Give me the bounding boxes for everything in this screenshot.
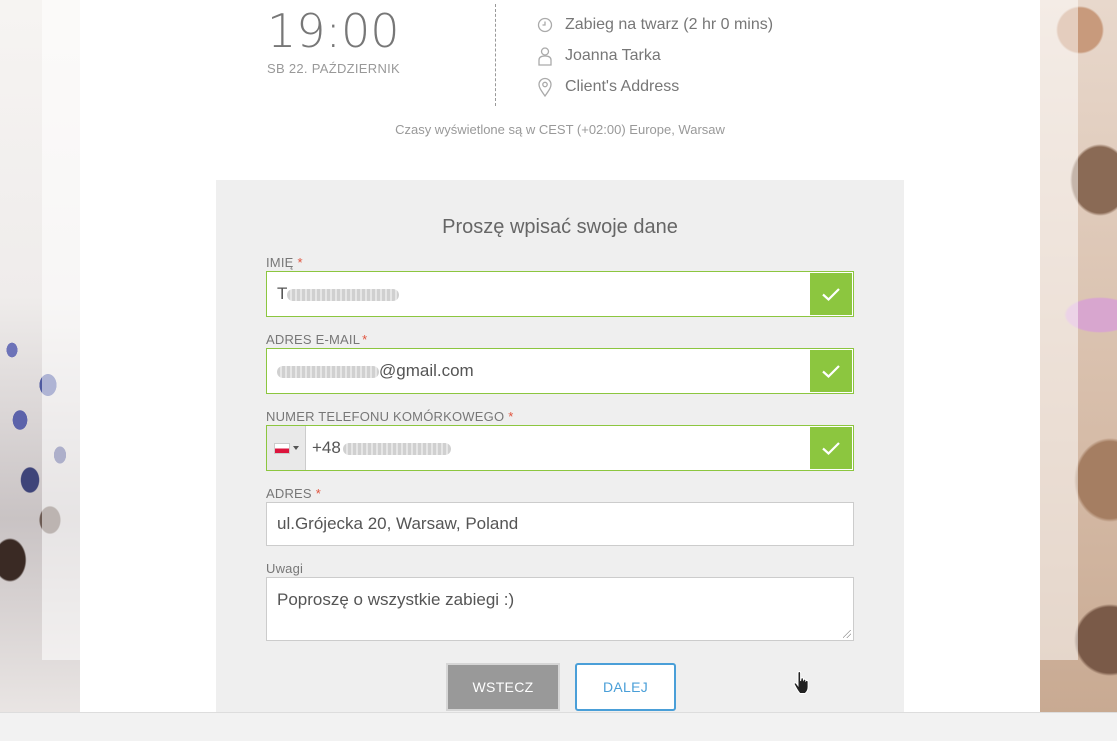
- address-value[interactable]: ul.Grójecka 20, Warsaw, Poland: [267, 514, 853, 534]
- checkmark-icon: [822, 442, 840, 456]
- phone-field[interactable]: +48: [266, 425, 854, 471]
- phone-valid-indicator: [810, 427, 852, 469]
- service-name: Zabieg na twarz (2 hr 0 mins): [565, 16, 774, 33]
- poland-flag-icon: [273, 442, 290, 454]
- notes-label: Uwagi: [266, 561, 304, 576]
- form-title: Proszę wpisać swoje dane: [442, 216, 678, 238]
- notes-value: Poproszę o wszystkie zabiegi :): [277, 590, 515, 609]
- appointment-date: SB 22. PAŹDZIERNIK: [267, 61, 401, 76]
- person-icon: [535, 46, 555, 66]
- notes-textarea[interactable]: Poproszę o wszystkie zabiegi :): [266, 577, 854, 641]
- name-value[interactable]: T: [267, 284, 810, 304]
- phone-label: NUMER TELEFONU KOMÓRKOWEGO *: [266, 409, 514, 424]
- location-row: Client's Address: [535, 76, 679, 98]
- background-overlay-left: [42, 0, 80, 660]
- checkmark-icon: [822, 288, 840, 302]
- location-text: Client's Address: [565, 78, 680, 95]
- background-overlay-right: [1040, 0, 1078, 660]
- name-valid-indicator: [810, 273, 852, 315]
- bottom-bar: [0, 712, 1117, 741]
- address-field[interactable]: ul.Grójecka 20, Warsaw, Poland: [266, 502, 854, 546]
- appointment-time: 19:00: [267, 4, 400, 58]
- name-field[interactable]: T: [266, 271, 854, 317]
- redacted-text: [287, 288, 400, 301]
- checkmark-icon: [822, 365, 840, 379]
- country-selector[interactable]: [267, 426, 306, 470]
- email-label: ADRES E-MAIL *: [266, 332, 368, 347]
- email-field[interactable]: @gmail.com: [266, 348, 854, 394]
- clock-icon: [535, 15, 555, 35]
- required-marker: *: [362, 332, 368, 347]
- next-button[interactable]: DALEJ: [575, 663, 676, 711]
- chevron-down-icon: [292, 446, 299, 450]
- details-form: Proszę wpisać swoje dane IMIĘ * T ADRES E…: [216, 180, 904, 712]
- redacted-text: [277, 365, 379, 378]
- service-row: Zabieg na twarz (2 hr 0 mins): [535, 14, 773, 36]
- email-valid-indicator: [810, 350, 852, 392]
- map-pin-icon: [535, 77, 555, 97]
- address-label: ADRES *: [266, 486, 322, 501]
- email-value[interactable]: @gmail.com: [267, 361, 810, 381]
- back-button[interactable]: WSTECZ: [446, 663, 560, 711]
- required-marker: *: [508, 409, 514, 424]
- booking-container: 19:00 SB 22. PAŹDZIERNIK Zabieg na twarz…: [80, 0, 1040, 712]
- timezone-note: Czasy wyświetlone są w CEST (+02:00) Eur…: [395, 122, 725, 137]
- name-label: IMIĘ *: [266, 255, 303, 270]
- hand-cursor-icon: [793, 671, 809, 694]
- required-marker: *: [315, 486, 322, 501]
- redacted-text: [342, 442, 451, 455]
- required-marker: *: [297, 255, 303, 270]
- staff-name: Joanna Tarka: [565, 47, 661, 64]
- staff-row: Joanna Tarka: [535, 45, 661, 67]
- resize-handle-icon[interactable]: [843, 630, 851, 638]
- summary-divider: [495, 4, 496, 106]
- phone-value[interactable]: +48: [306, 438, 810, 458]
